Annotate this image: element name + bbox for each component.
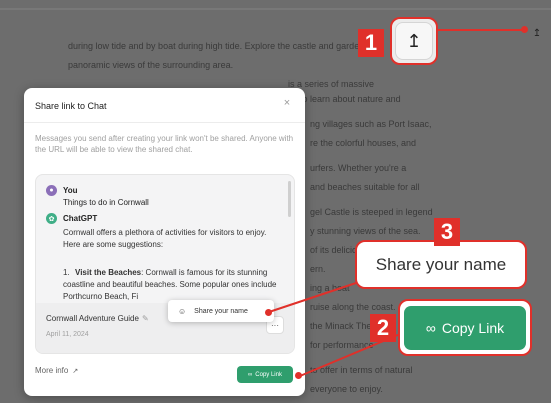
link-icon: ∞ bbox=[425, 319, 436, 336]
share-dialog: Share link to Chat × Messages you send a… bbox=[24, 88, 305, 396]
share-your-name-callout: Share your name bbox=[355, 240, 527, 289]
gpt-name: ChatGPT bbox=[63, 214, 98, 223]
step-badge-1: 1 bbox=[358, 29, 384, 57]
copy-link-button[interactable]: ∞ Copy Link bbox=[237, 366, 293, 383]
gpt-message-text: Cornwall offers a plethora of activities… bbox=[63, 228, 267, 249]
chat-title-row: Cornwall Adventure Guide ✎ bbox=[46, 314, 149, 323]
top-divider bbox=[0, 8, 551, 10]
share-your-name-menu-item[interactable]: ☺ Share your name bbox=[168, 300, 274, 322]
user-message: ● You Things to do in Cornwall bbox=[46, 185, 149, 209]
copy-link-label: Copy Link bbox=[255, 371, 282, 378]
more-info-label: More info bbox=[35, 366, 69, 375]
more-info-link[interactable]: More info ↗ bbox=[35, 366, 78, 375]
dialog-divider bbox=[24, 122, 305, 123]
step-badge-3: 3 bbox=[434, 218, 460, 246]
upload-icon: ↥ bbox=[532, 27, 542, 39]
bg-line-2: panoramic views of the surrounding area. bbox=[68, 60, 234, 70]
gpt-list-item: 1. Visit the Beaches: Cornwall is famous … bbox=[63, 267, 285, 303]
preview-scrollbar[interactable] bbox=[288, 181, 291, 217]
pencil-icon[interactable]: ✎ bbox=[142, 314, 149, 323]
person-icon: ☺ bbox=[178, 306, 187, 316]
step-badge-2: 2 bbox=[370, 314, 396, 342]
chat-preview: ● You Things to do in Cornwall ✿ ChatGPT… bbox=[35, 174, 295, 354]
callout-line-1 bbox=[438, 29, 524, 31]
dialog-title: Share link to Chat bbox=[35, 101, 107, 111]
upload-icon: ↥ bbox=[395, 22, 433, 60]
link-icon: ∞ bbox=[248, 371, 253, 378]
share-your-name-label: Share your name bbox=[194, 307, 248, 315]
user-avatar: ● bbox=[46, 185, 57, 196]
user-message-text: Things to do in Cornwall bbox=[63, 198, 149, 207]
copy-link-button-zoom[interactable]: ∞ Copy Link bbox=[404, 305, 526, 350]
gpt-header: ✿ ChatGPT bbox=[46, 213, 97, 225]
share-button[interactable]: ↥ bbox=[529, 25, 545, 41]
dialog-description: Messages you send after creating your li… bbox=[35, 134, 294, 154]
list-item-title: Visit the Beaches bbox=[75, 268, 142, 277]
user-name: You bbox=[63, 186, 78, 195]
share-button-zoom[interactable]: ↥ bbox=[390, 17, 438, 65]
copy-link-zoom-label: Copy Link bbox=[441, 319, 505, 336]
close-icon[interactable]: × bbox=[281, 97, 293, 109]
external-link-icon: ↗ bbox=[72, 368, 79, 375]
callout-dot-1 bbox=[521, 26, 528, 33]
callout-dot-2 bbox=[295, 372, 302, 379]
chatgpt-logo-icon: ✿ bbox=[46, 213, 57, 224]
callout-dot-3 bbox=[265, 309, 272, 316]
copy-link-callout: ∞ Copy Link bbox=[398, 299, 532, 356]
chat-date: April 11, 2024 bbox=[46, 331, 89, 338]
chat-title: Cornwall Adventure Guide bbox=[46, 314, 139, 323]
list-number: 1. bbox=[63, 268, 70, 277]
